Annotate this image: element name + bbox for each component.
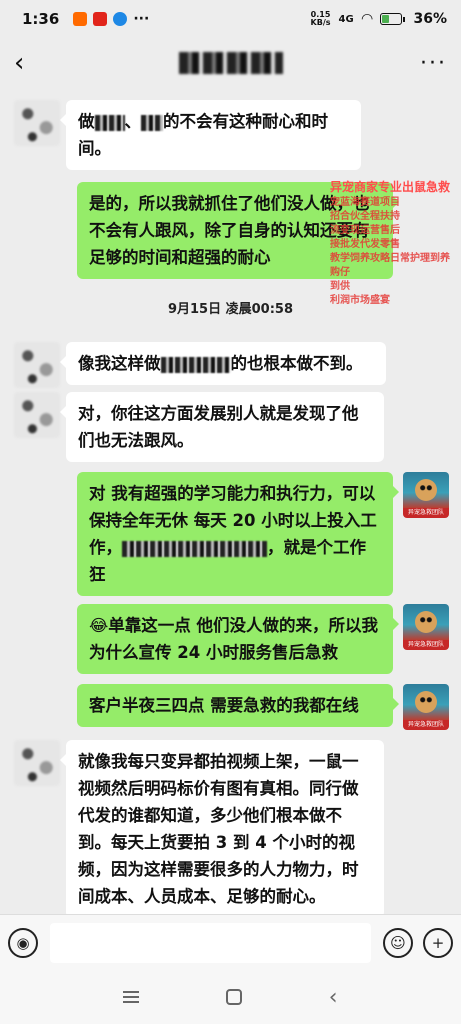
battery-percent: 36% — [413, 11, 447, 27]
network-speed: 0.15 KB/s — [310, 10, 331, 27]
wifi-icon: ◠ — [361, 11, 373, 27]
chat-area[interactable]: 做、的不会有这种耐心和时间。 是的，所以我就抓住了他们没人做，也不会有人跟风，除… — [0, 88, 461, 914]
message-input[interactable] — [50, 922, 371, 963]
more-options-button[interactable]: ··· — [417, 51, 447, 76]
system-nav-bar: ‹ — [0, 970, 461, 1024]
status-bar: 1:36 ··· 0.15 KB/s 4G ◠ 36% — [0, 0, 461, 38]
input-bar: ◉ ☺ + — [0, 914, 461, 970]
voice-icon[interactable]: ◉ — [8, 927, 38, 958]
menu-icon[interactable] — [123, 991, 140, 1003]
taobao-app-icon — [73, 12, 88, 26]
back-button[interactable]: ‹ — [14, 48, 44, 78]
own-avatar[interactable]: 异宠急救团队 — [403, 684, 449, 730]
jd-app-icon — [93, 12, 108, 26]
contact-avatar[interactable] — [14, 740, 60, 786]
overlay-watermark-ad: 异宠商家专业出鼠急救 宠蓝海赛道项目 招合伙全程扶持 流变现运营售后 接批发代发… — [330, 180, 451, 306]
home-icon[interactable] — [226, 989, 243, 1005]
message-bubble[interactable]: 像我这样做 的也根本做不到。 — [60, 342, 386, 385]
battery-icon — [380, 13, 406, 25]
emoji-icon[interactable]: ☺ — [383, 927, 413, 958]
own-avatar[interactable]: 异宠急救团队 — [403, 472, 449, 518]
contact-avatar[interactable] — [14, 342, 60, 388]
chat-header: ‹ ··· — [0, 38, 461, 88]
contact-avatar[interactable] — [14, 100, 60, 146]
message-bubble[interactable]: 对 我有超强的学习能力和执行力，可以保持全年无休 每天 20 小时以上投入工作，… — [77, 472, 399, 596]
back-nav-icon[interactable]: ‹ — [329, 985, 338, 1010]
plus-icon[interactable]: + — [423, 927, 453, 958]
message-bubble[interactable]: 对，你往这方面发展别人就是发现了他们也无法跟风。 — [60, 392, 384, 462]
message-bubble[interactable]: 😂单靠这一点 他们没人做的来，所以我为什么宣传 24 小时服务售后急救 — [77, 604, 399, 674]
message-bubble[interactable]: 客户半夜三四点 需要急救的我都在线 — [77, 684, 399, 727]
own-avatar[interactable]: 异宠急救团队 — [403, 604, 449, 650]
status-time: 1:36 — [22, 10, 60, 28]
browser-app-icon — [113, 12, 128, 26]
more-dots-icon: ··· — [133, 11, 150, 27]
message-bubble[interactable]: 做、的不会有这种耐心和时间。 — [60, 100, 361, 170]
chat-title-redacted — [178, 52, 283, 74]
contact-avatar[interactable] — [14, 392, 60, 438]
message-bubble[interactable]: 就像我每只变异都拍视频上架，一鼠一视频然后明码标价有图有真相。同行做代发的谁都知… — [60, 740, 384, 914]
signal-label: 4G — [338, 13, 354, 25]
